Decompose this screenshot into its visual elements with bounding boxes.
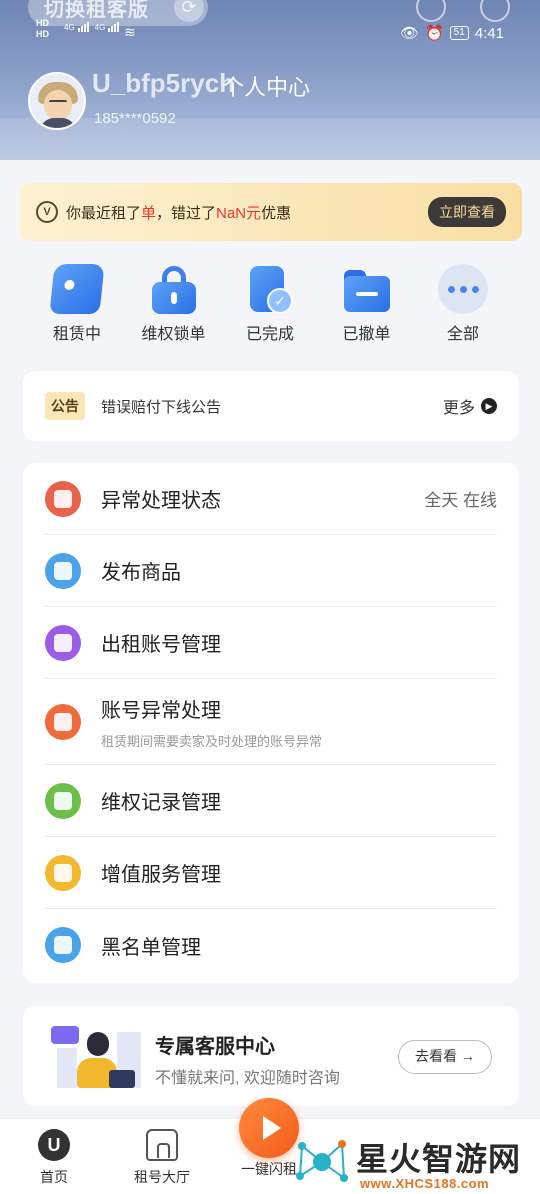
customer-service-card[interactable]: 专属客服中心 不懂就来问, 欢迎随时咨询 去看看 → [23, 1006, 519, 1106]
order-label: 全部 [446, 326, 479, 343]
menu-item-value-added[interactable]: 增值服务管理 [45, 837, 497, 909]
promo-message: 你最近租了单，错过了NaN元优惠 [66, 204, 292, 222]
order-renting[interactable]: 租赁中 [36, 264, 118, 354]
header-stripe [0, 118, 540, 160]
signal-label-1: 4G [64, 23, 75, 32]
clock-time: 4:41 [474, 24, 504, 42]
net-label-1: HD [36, 18, 49, 28]
signal-icon: 4G 4G [64, 22, 120, 32]
menu-item-blacklist[interactable]: 黑名单管理 [45, 909, 497, 981]
order-all[interactable]: 全部 [422, 264, 504, 354]
support-agent-illustration [47, 1020, 147, 1096]
view-now-button[interactable]: 立即查看 [428, 197, 506, 227]
status-right: 👁 ⏰ 51 4:41 [399, 24, 504, 43]
order-completed[interactable]: ✓ 已完成 [229, 264, 311, 354]
order-locked[interactable]: 维权锁单 [133, 264, 215, 354]
menu-item-subtitle: 租赁期间需要卖家及时处理的账号异常 [101, 733, 323, 749]
menu-item-rental-accounts[interactable]: 出租账号管理 [45, 607, 497, 679]
notice-tag: 公告 [45, 392, 85, 420]
notice-bar[interactable]: 公告 错误赔付下线公告 更多 ▶ [23, 371, 519, 441]
folder-icon [342, 264, 392, 314]
menu-item-publish[interactable]: 发布商品 [45, 535, 497, 607]
username: U_bfp5rych [92, 68, 236, 98]
service-subtitle: 不懂就来问, 欢迎随时咨询 [155, 1070, 340, 1087]
menu-item-title: 黑名单管理 [101, 936, 201, 959]
exception-status-icon [45, 480, 81, 517]
promo-banner[interactable]: V 你最近租了单，错过了NaN元优惠 立即查看 [20, 183, 522, 241]
order-label: 已撤单 [342, 326, 391, 343]
nav-hall[interactable]: 租号大厅 [117, 1129, 207, 1187]
battery-icon: 51 [449, 26, 469, 40]
order-label: 租赁中 [52, 326, 101, 343]
menu-item-title: 出租账号管理 [101, 634, 221, 656]
watermark-url: www.XHCS188.com [360, 1176, 490, 1191]
service-icon [45, 854, 81, 891]
menu-item-dispute-records[interactable]: 维权记录管理 [45, 765, 497, 837]
alarm-clock-icon [45, 703, 81, 740]
go-see-button[interactable]: 去看看 → [398, 1040, 492, 1074]
service-title: 专属客服中心 [155, 1036, 275, 1058]
nav-label: 租号大厅 [134, 1169, 190, 1185]
menu-item-title: 发布商品 [101, 562, 181, 584]
network-logo-icon [296, 1140, 348, 1182]
more-label: 更多 [442, 400, 475, 417]
nav-home[interactable]: U 首页 [9, 1129, 99, 1187]
more-icon [438, 264, 488, 314]
eye-icon: 👁 [399, 25, 419, 42]
avatar[interactable] [28, 72, 86, 130]
network-indicator: HD HD [36, 18, 49, 40]
page-title: 个人中心 [222, 75, 311, 100]
profile-header: 切换租客版 ⟳ HD HD 4G 4G ≋ 👁 ⏰ 51 4:41 U_bfp5… [0, 0, 540, 160]
vip-icon: V [36, 201, 58, 223]
menu-item-title: 维权记录管理 [101, 792, 221, 814]
watermark-brand: 星火智游网 [356, 1141, 522, 1177]
rental-account-icon [45, 624, 81, 661]
order-label: 维权锁单 [141, 326, 206, 343]
alarm-icon: ⏰ [424, 25, 444, 42]
home-icon: U [38, 1129, 70, 1161]
lock-icon [149, 264, 199, 314]
order-label: 已完成 [245, 326, 294, 343]
status-bar: HD HD 4G 4G ≋ 👁 ⏰ 51 4:41 [0, 18, 540, 48]
menu-item-title: 异常处理状态 [101, 490, 221, 512]
play-arrow-icon: ▶ [481, 398, 497, 414]
menu-item-title: 账号异常处理 [101, 699, 221, 722]
menu-item-account-exception[interactable]: 账号异常处理 租赁期间需要卖家及时处理的账号异常 [45, 679, 497, 765]
order-cancelled[interactable]: 已撤单 [326, 264, 408, 354]
order-status-row: 租赁中 维权锁单 ✓ 已完成 已撤单 全部 [20, 264, 520, 354]
grid-icon [45, 552, 81, 589]
nav-label: 首页 [40, 1169, 68, 1185]
list-icon [45, 782, 81, 819]
online-status: 全天 在线 [424, 491, 497, 510]
watermark-logo: 星火智游网 www.XHCS188.com [290, 1126, 540, 1194]
signal-label-2: 4G [94, 23, 106, 32]
notice-text: 错误赔付下线公告 [101, 398, 222, 416]
menu-item-exception-status[interactable]: 异常处理状态 全天 在线 [45, 463, 497, 535]
gamepad-icon [49, 264, 105, 314]
menu-item-title: 增值服务管理 [101, 864, 221, 886]
phone-number: 185****0592 [94, 110, 176, 127]
wifi-icon: ≋ [124, 24, 136, 40]
check-doc-icon: ✓ [245, 264, 295, 314]
users-icon [45, 927, 81, 963]
hall-icon [146, 1129, 178, 1161]
menu-list: 异常处理状态 全天 在线 发布商品 出租账号管理 账号异常处理 租赁期间需要卖家… [23, 463, 519, 983]
net-label-2: HD [36, 29, 49, 39]
more-link[interactable]: 更多 ▶ [443, 394, 497, 418]
